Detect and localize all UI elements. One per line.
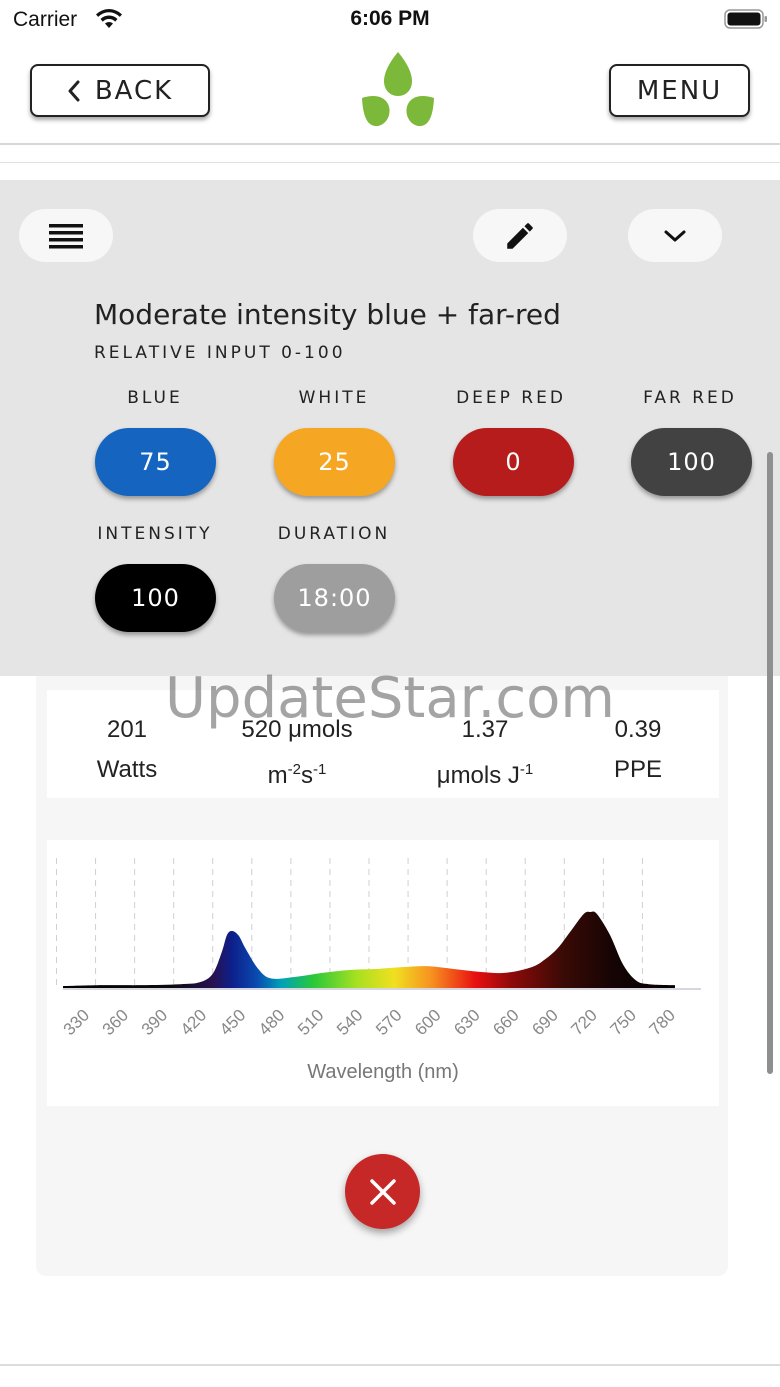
blue-label: BLUE <box>127 388 183 408</box>
x-tick-label: 510 <box>294 1006 327 1039</box>
bottom-divider <box>0 1364 780 1366</box>
collapse-button[interactable] <box>628 209 722 262</box>
leaf-logo-icon <box>362 52 434 127</box>
ppfd-unit: m-2s-1 <box>267 761 327 789</box>
x-tick-label: 540 <box>333 1006 366 1039</box>
chevron-down-icon <box>664 230 686 241</box>
x-tick-label: 360 <box>99 1006 132 1039</box>
spectrum-chart: 330 360 390 420 450 480 510 540 570 600 630 660 690 7… <box>47 840 719 1106</box>
edit-button[interactable] <box>473 209 567 262</box>
header-divider-secondary <box>0 162 780 163</box>
blue-value-button[interactable]: 75 <box>95 428 216 496</box>
x-tick-label: 480 <box>255 1006 288 1039</box>
x-tick-label: 660 <box>489 1006 522 1039</box>
white-label: WHITE <box>298 388 370 408</box>
x-tick-label: 780 <box>646 1006 679 1039</box>
x-tick-label: 690 <box>528 1006 561 1039</box>
status-time: 6:06 PM <box>350 7 430 30</box>
duration-label: DURATION <box>277 524 391 544</box>
x-tick-label: 390 <box>138 1006 171 1039</box>
far-red-value-button[interactable]: 100 <box>631 428 752 496</box>
back-label: BACK <box>94 75 174 106</box>
x-tick-label: 420 <box>177 1006 210 1039</box>
white-value-button[interactable]: 25 <box>274 428 395 496</box>
pencil-icon <box>507 222 533 249</box>
x-tick-label: 450 <box>216 1006 249 1039</box>
menu-button[interactable]: MENU <box>609 64 750 117</box>
status-bar: Carrier 6:06 PM <box>0 0 780 40</box>
scrollbar[interactable] <box>767 452 773 1074</box>
intensity-value-button[interactable]: 100 <box>95 564 216 632</box>
recipe-title: Moderate intensity blue + far-red <box>94 298 561 331</box>
x-tick-label: 750 <box>606 1006 639 1039</box>
intensity-label: INTENSITY <box>97 524 213 544</box>
header-divider <box>0 143 780 145</box>
deep-red-label: DEEP RED <box>456 388 566 408</box>
spectrum-svg: 330 360 390 420 450 480 510 540 570 600 630 660 690 7… <box>55 858 701 1083</box>
back-button[interactable]: BACK <box>30 64 210 117</box>
far-red-label: FAR RED <box>643 388 737 408</box>
recipe-editor-panel: Moderate intensity blue + far-red RELATI… <box>0 180 780 676</box>
battery-icon <box>724 9 767 29</box>
close-icon <box>369 1178 396 1205</box>
watts-unit: Watts <box>96 756 158 783</box>
close-button[interactable] <box>345 1154 420 1229</box>
duration-value-button[interactable]: 18:00 <box>274 564 395 632</box>
x-axis-label: Wavelength (nm) <box>307 1061 459 1083</box>
x-tick-label: 630 <box>450 1006 483 1039</box>
recipe-subtitle: RELATIVE INPUT 0-100 <box>94 343 346 363</box>
x-tick-label: 330 <box>60 1006 93 1039</box>
deep-red-value-button[interactable]: 0 <box>453 428 574 496</box>
chevron-left-icon <box>68 80 80 101</box>
x-tick-label: 570 <box>372 1006 405 1039</box>
menu-label: MENU <box>636 75 723 106</box>
recipe-list-button[interactable] <box>19 209 113 262</box>
x-tick-label: 600 <box>411 1006 444 1039</box>
watermark: UpdateStar.com <box>165 666 615 731</box>
list-icon <box>49 223 83 248</box>
efficacy-unit: μmols J-1 <box>436 761 534 789</box>
ppe-unit: PPE <box>613 756 663 783</box>
x-tick-label: 720 <box>567 1006 600 1039</box>
